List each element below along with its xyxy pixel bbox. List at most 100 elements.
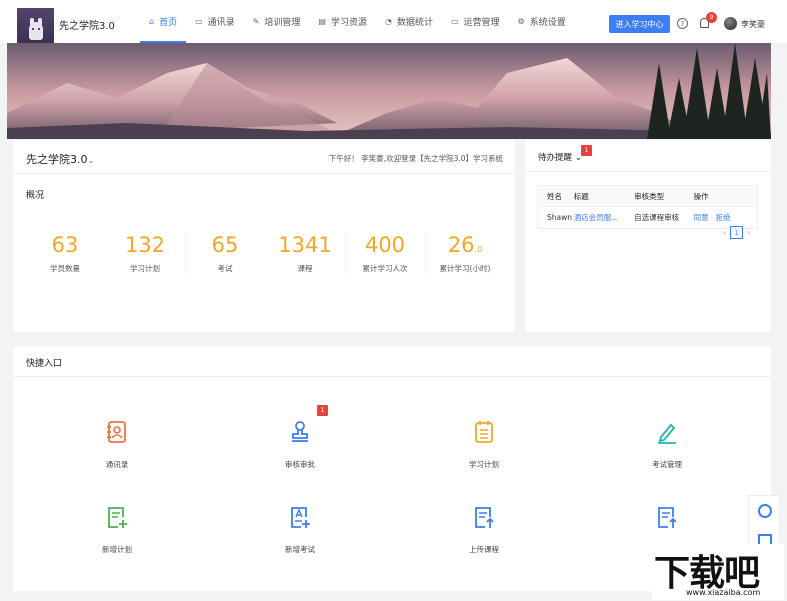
nav-item-home[interactable]: ⌂ 首页 (140, 0, 187, 43)
nav-label: 数据统计 (396, 18, 433, 28)
nav-item-resources[interactable]: ▤ 学习资源 (309, 0, 376, 43)
top-navigation-bar: 先之学院3.0 ⌂ 首页 ▭ 通讯录 ✎ 培训管理 ▤ 学习资源 ◔ 数据统计 … (0, 0, 787, 43)
help-icon[interactable]: ? (677, 18, 688, 29)
nav-label: 学习资源 (330, 18, 367, 28)
section-title: 概况 (26, 191, 45, 201)
stat-value: 26.0 (425, 232, 505, 258)
approval-badge: 1 (317, 405, 328, 416)
cell-type: 自选课程审核 (634, 213, 680, 222)
stat-item[interactable]: 1341 课程 (265, 232, 345, 278)
quick-item-label: 考试管理 (652, 460, 682, 469)
overview-card: 先之学院3.0⌄ 下午好！ 李笑豪,欢迎登录【先之学院3.0】学习系统 概况 6… (13, 140, 515, 332)
stat-value: 63 (51, 233, 79, 257)
table-header-row: 姓名 标题 审核类型 操作 (538, 186, 757, 207)
enter-learning-center-button[interactable]: 进入学习中心 (609, 15, 670, 33)
watermark: 下载吧 www.xiazaiba.com (652, 544, 784, 600)
school-selector[interactable]: 先之学院3.0⌄ (26, 151, 94, 167)
stat-label: 学员数量 (50, 264, 80, 273)
quick-entry-header: 快捷入口 (13, 347, 771, 377)
stat-item[interactable]: 132 学习计划 (105, 232, 185, 278)
upload-course-icon (475, 507, 494, 528)
stat-label: 考试 (217, 264, 233, 273)
avatar[interactable] (724, 17, 737, 30)
quick-item-contacts[interactable]: 通讯录 (57, 420, 177, 470)
school-title: 先之学院3.0 (26, 153, 88, 166)
chart-icon: ◔ (384, 17, 392, 26)
approve-link[interactable]: 同意 (694, 212, 709, 223)
notification-badge: 9 (706, 12, 717, 23)
nav-item-statistics[interactable]: ◔ 数据统计 (376, 0, 442, 43)
column-header: 操作 (693, 191, 709, 201)
quick-item-study-plan[interactable]: 学习计划 (424, 420, 544, 470)
pending-selector[interactable]: 待办提醒 ⌄ (538, 151, 582, 163)
home-icon: ⌂ (149, 17, 155, 26)
contacts-icon: ▭ (195, 17, 203, 26)
study-plan-icon (475, 421, 493, 443)
stat-label: 累计学习(小时) (439, 264, 491, 273)
next-page-icon[interactable]: › (747, 228, 750, 237)
customer-service-icon[interactable] (758, 504, 772, 518)
address-book-icon (107, 421, 126, 443)
stat-item[interactable]: 26.0 累计学习(小时) (425, 232, 505, 278)
prev-page-icon[interactable]: ‹ (723, 228, 726, 237)
quick-item-label: 学习计划 (469, 460, 499, 469)
stat-decimal: .0 (474, 245, 483, 254)
pending-header: 待办提醒 ⌄ 1 (525, 140, 771, 172)
table-row: Shawn 酒店会员服... 自选课程审核 同意 拒绝 (538, 207, 757, 228)
quick-item-add-plan[interactable]: 新增计划 (57, 505, 177, 555)
pending-badge: 1 (581, 145, 592, 156)
stat-number: 26 (447, 233, 475, 257)
stat-item[interactable]: 63 学员数量 (25, 232, 105, 278)
stat-item[interactable]: 400 累计学习人次 (345, 232, 425, 278)
resource-icon: ▤ (318, 17, 326, 26)
quick-item-label: 审核审批 (285, 460, 315, 469)
nav-item-contacts[interactable]: ▭ 通讯录 (186, 0, 244, 43)
quick-entry-title: 快捷入口 (26, 359, 63, 369)
nav-label: 培训管理 (264, 18, 301, 28)
stats-row: 63 学员数量 132 学习计划 65 考试 1341 课程 400 累计学习人… (13, 232, 515, 278)
column-header: 标题 (573, 191, 589, 201)
stat-value: 1341 (278, 233, 332, 257)
stat-label: 学习计划 (130, 264, 160, 273)
app-logo[interactable] (17, 8, 54, 43)
nav-label: 运营管理 (463, 18, 500, 28)
reject-link[interactable]: 拒绝 (716, 212, 731, 223)
exam-pen-icon (658, 423, 676, 444)
edit-icon: ✎ (252, 17, 260, 26)
stat-value: 132 (124, 233, 166, 257)
pagination: ‹ 1 › (723, 226, 750, 239)
nav-item-settings[interactable]: ⚙ 系统设置 (509, 0, 575, 43)
pending-title: 待办提醒 (538, 153, 573, 163)
quick-item-upload-course[interactable]: 上传课程 (424, 505, 544, 555)
stat-label: 累计学习人次 (362, 264, 408, 273)
cell-title-link[interactable]: 酒店会员服... (574, 212, 634, 223)
quick-item-exam-management[interactable]: 考试管理 (607, 420, 727, 470)
stat-value: 400 (364, 233, 406, 257)
overview-header: 先之学院3.0⌄ 下午好！ 李笑豪,欢迎登录【先之学院3.0】学习系统 (13, 140, 515, 174)
column-header: 姓名 (547, 191, 562, 201)
gear-icon: ⚙ (517, 17, 525, 26)
quick-item-approval[interactable]: 审核审批 (240, 420, 360, 470)
user-name[interactable]: 李笑豪 (741, 19, 765, 30)
pending-card: 待办提醒 ⌄ 1 姓名 标题 审核类型 操作 Shawn 酒店会员服... 自选… (525, 140, 771, 332)
quick-item-add-exam[interactable]: 新增考试 (240, 505, 360, 555)
page-number[interactable]: 1 (730, 226, 744, 239)
app-title: 先之学院3.0 (59, 21, 115, 32)
stat-item[interactable]: 65 考试 (185, 232, 265, 278)
quick-item-label: 新增计划 (102, 545, 132, 554)
main-nav: ⌂ 首页 ▭ 通讯录 ✎ 培训管理 ▤ 学习资源 ◔ 数据统计 ▭ 运营管理 ⚙… (140, 0, 575, 43)
quick-item-label: 通讯录 (105, 460, 129, 469)
greeting-text: 下午好！ 李笑豪,欢迎登录【先之学院3.0】学习系统 (328, 154, 503, 163)
add-plan-icon (108, 507, 127, 528)
nav-label: 系统设置 (529, 18, 566, 28)
chevron-down-icon: ⌄ (87, 156, 95, 165)
quick-item-label: 新增考试 (285, 545, 315, 554)
cell-name: Shawn (547, 213, 572, 222)
pending-table: 姓名 标题 审核类型 操作 Shawn 酒店会员服... 自选课程审核 同意 拒… (537, 185, 758, 229)
mountain-banner (7, 43, 771, 139)
nav-item-training[interactable]: ✎ 培训管理 (244, 0, 310, 43)
nav-item-operations[interactable]: ▭ 运营管理 (442, 0, 509, 43)
nav-label: 通讯录 (207, 18, 235, 28)
add-exam-icon (291, 507, 310, 528)
monitor-icon: ▭ (450, 17, 459, 26)
